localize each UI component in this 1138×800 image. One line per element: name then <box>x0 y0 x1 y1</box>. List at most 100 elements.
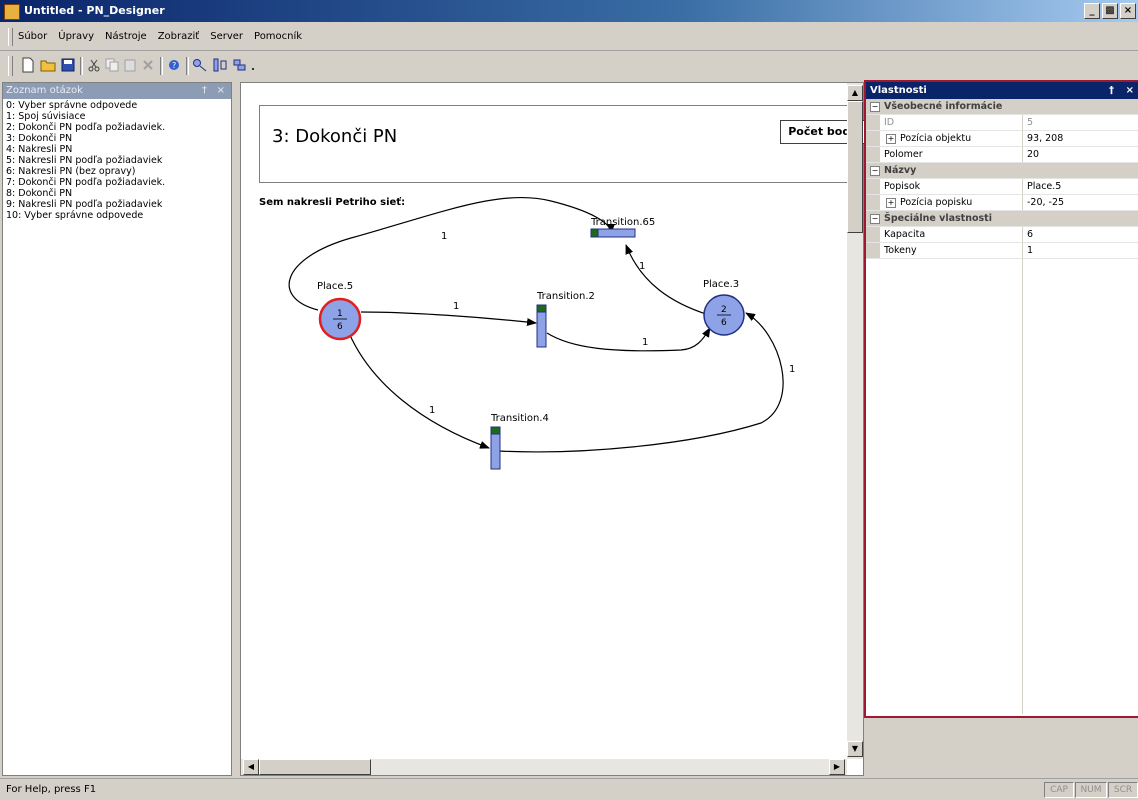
place-capacity: 6 <box>721 318 727 328</box>
new-icon[interactable] <box>20 57 36 73</box>
open-icon[interactable] <box>40 57 56 73</box>
arc-weight-label: 1 <box>789 364 795 375</box>
editor-canvas[interactable]: 3: Dokonči PN Počet bodo Sem nakresli Pe… <box>240 82 866 776</box>
paste-icon[interactable] <box>122 57 138 73</box>
expand-icon[interactable]: + <box>886 134 896 144</box>
transition-tool-icon[interactable] <box>212 57 228 73</box>
place-capacity: 6 <box>337 322 343 332</box>
horizontal-scrollbar[interactable]: ◀ ▶ <box>241 759 847 775</box>
help-icon[interactable]: ? <box>166 57 182 73</box>
place-3[interactable]: 2 6 <box>703 294 745 336</box>
list-item[interactable]: 6: Nakresli PN (bez opravy) <box>3 166 231 177</box>
copy-icon[interactable] <box>104 57 120 73</box>
place-label: Place.3 <box>703 279 739 290</box>
menu-server[interactable]: Server <box>210 31 243 42</box>
scroll-indicator: SCR <box>1108 782 1138 798</box>
place-tool-icon[interactable] <box>192 57 208 73</box>
menu-file[interactable]: Súbor <box>18 31 47 42</box>
title-bar: Untitled - PN_Designer _ ▩ × <box>0 0 1138 22</box>
scroll-up-button[interactable]: ▲ <box>847 85 863 101</box>
arc-t2-to-place3[interactable] <box>546 327 711 352</box>
delete-icon[interactable] <box>140 57 156 73</box>
close-window-button[interactable]: × <box>1120 3 1136 19</box>
status-bar: For Help, press F1 CAP NUM SCR <box>0 778 1138 800</box>
property-value[interactable]: 6 <box>1022 227 1137 242</box>
close-icon[interactable]: × <box>1126 82 1134 99</box>
property-value[interactable]: 20 <box>1022 147 1137 162</box>
list-item[interactable]: 8: Dokonči PN <box>3 188 231 199</box>
property-value[interactable]: 93, 208 <box>1022 131 1137 146</box>
toolbar-separator <box>186 57 189 75</box>
scroll-right-button[interactable]: ▶ <box>829 759 845 775</box>
arc-tool-icon[interactable] <box>232 57 248 73</box>
scroll-left-button[interactable]: ◀ <box>243 759 259 775</box>
property-value[interactable]: Place.5 <box>1022 179 1137 194</box>
close-icon[interactable]: × <box>217 83 225 99</box>
menu-help[interactable]: Pomocník <box>254 31 302 42</box>
arc-weight-label: 1 <box>429 405 435 416</box>
list-item[interactable]: 10: Vyber správne odpovede <box>3 210 231 221</box>
properties-header: Vlastnosti † × <box>866 82 1138 99</box>
property-row-tokens[interactable]: Tokeny 1 <box>866 243 1138 259</box>
menu-tools[interactable]: Nástroje <box>105 31 147 42</box>
collapse-icon[interactable]: − <box>870 214 880 224</box>
arc-place5-to-t4[interactable] <box>348 332 490 449</box>
num-indicator: NUM <box>1075 782 1107 798</box>
horizontal-scroll-thumb[interactable] <box>259 759 371 775</box>
menu-edit[interactable]: Úpravy <box>58 31 94 42</box>
arc-place3-to-t65[interactable] <box>625 244 710 316</box>
collapse-icon[interactable]: − <box>870 166 880 176</box>
transition-65[interactable] <box>590 228 636 238</box>
transition-label: Transition.65 <box>590 217 655 228</box>
transition-2[interactable] <box>536 304 547 348</box>
svg-text:?: ? <box>172 61 176 70</box>
list-item[interactable]: 4: Nakresli PN <box>3 144 231 155</box>
property-value[interactable]: -20, -25 <box>1022 195 1137 210</box>
transition-label: Transition.2 <box>536 291 595 302</box>
list-item[interactable]: 0: Vyber správne odpovede <box>3 100 231 111</box>
collapse-icon[interactable]: − <box>870 102 880 112</box>
scroll-down-button[interactable]: ▼ <box>847 741 863 757</box>
toolbar-dropdown-icon[interactable] <box>248 57 258 73</box>
petri-net-diagram[interactable]: 1 1 1 1 1 1 1 6 Place.5 2 6 Place.3 Tran… <box>241 83 847 759</box>
arc-place5-to-t2[interactable] <box>360 311 537 327</box>
property-row-label[interactable]: Popisok Place.5 <box>866 179 1138 195</box>
menu-view[interactable]: Zobraziť <box>158 31 200 42</box>
property-row-capacity[interactable]: Kapacita 6 <box>866 227 1138 243</box>
property-row-label-position[interactable]: + Pozícia popisku -20, -25 <box>866 195 1138 211</box>
menu-grip <box>8 28 13 46</box>
toolbar-separator <box>160 57 163 75</box>
list-item[interactable]: 1: Spoj súvisiace <box>3 111 231 122</box>
vertical-scroll-thumb[interactable] <box>847 101 863 233</box>
property-category[interactable]: − Názvy <box>866 163 1138 179</box>
list-item[interactable]: 3: Dokonči PN <box>3 133 231 144</box>
transition-4[interactable] <box>490 426 501 470</box>
arc-weight-label: 1 <box>453 301 459 312</box>
pin-icon[interactable]: † <box>202 83 207 99</box>
property-row-position[interactable]: + Pozícia objektu 93, 208 <box>866 131 1138 147</box>
pin-icon[interactable]: † <box>1109 82 1114 99</box>
list-item[interactable]: 2: Dokonči PN podľa požiadaviek. <box>3 122 231 133</box>
property-row-radius[interactable]: Polomer 20 <box>866 147 1138 163</box>
restore-button[interactable]: ▩ <box>1102 3 1118 19</box>
property-category[interactable]: − Všeobecné informácie <box>866 99 1138 115</box>
expand-icon[interactable]: + <box>886 198 896 208</box>
question-list-title: Zoznam otázok <box>6 85 83 96</box>
arc-weight-label: 1 <box>441 231 447 242</box>
minimize-button[interactable]: _ <box>1084 3 1100 19</box>
list-item[interactable]: 7: Dokonči PN podľa požiadaviek. <box>3 177 231 188</box>
vertical-scrollbar[interactable]: ▲ ▼ <box>847 83 863 759</box>
app-icon <box>4 4 20 20</box>
list-item[interactable]: 9: Nakresli PN podľa požiadaviek <box>3 199 231 210</box>
toolbar-grip <box>8 56 13 76</box>
save-icon[interactable] <box>60 57 76 73</box>
place-tokens: 1 <box>337 309 343 319</box>
window-title: Untitled - PN_Designer <box>24 4 165 17</box>
list-item[interactable]: 5: Nakresli PN podľa požiadaviek <box>3 155 231 166</box>
place-5[interactable]: 1 6 <box>318 297 362 341</box>
property-row-id[interactable]: ID 5 <box>866 115 1138 131</box>
property-category[interactable]: − Špeciálne vlastnosti <box>866 211 1138 227</box>
cut-icon[interactable] <box>86 57 102 73</box>
toolbar-separator <box>80 57 83 75</box>
property-value[interactable]: 1 <box>1022 243 1137 258</box>
